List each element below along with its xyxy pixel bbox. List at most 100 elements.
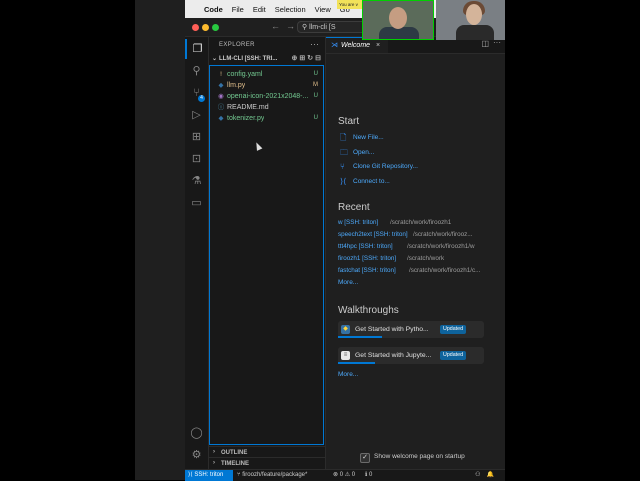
command-center-label: llm-cli [S <box>309 24 336 31</box>
settings-gear-icon[interactable]: ⚙ <box>185 445 208 465</box>
notebook-icon: ≡ <box>341 351 350 360</box>
source-control-icon[interactable]: ⑂ 4 <box>185 83 208 103</box>
chevron-down-icon: ⌄ <box>212 56 218 62</box>
file-item-openai-icon[interactable]: ◉ openai-icon-2021x2048-... U <box>214 91 322 102</box>
search-icon[interactable]: ⚲ <box>185 61 208 81</box>
branch-name: firoozh/feature/package* <box>242 472 308 478</box>
walkthroughs-more-link[interactable]: More... <box>338 371 358 378</box>
git-status-badge: U <box>313 115 318 121</box>
start-heading: Start <box>338 116 360 127</box>
walkthroughs-heading: Walkthroughs <box>338 305 399 316</box>
image-file-icon: ◉ <box>218 93 224 100</box>
open-label: Open... <box>353 149 375 156</box>
chevron-right-icon: › <box>213 449 215 455</box>
menubar-app-name[interactable]: Code <box>204 5 223 14</box>
ports-indicator[interactable]: ℹ 0 <box>365 470 372 481</box>
outline-label: OUTLINE <box>221 449 248 456</box>
file-item-config-yaml[interactable]: ! config.yaml U <box>214 69 322 80</box>
recent-path: /scratch/work/firoozh1/w <box>407 243 475 250</box>
file-name: config.yaml <box>227 71 263 78</box>
left-background <box>0 0 135 480</box>
recent-name[interactable]: fastchat [SSH: triton] <box>338 265 396 276</box>
walkthrough-jupyter[interactable]: ≡ Get Started with Jupyte... Updated <box>338 347 484 364</box>
file-tree[interactable]: ! config.yaml U ◆ llm.py M ◉ openai-icon… <box>209 65 324 445</box>
minimize-window-button[interactable] <box>202 24 209 31</box>
workspace-header[interactable]: ⌄ LLM-CLI [SSH: TRI... ⊕⊞↻⊟ <box>209 54 325 65</box>
chevron-right-icon: › <box>213 460 215 466</box>
menubar-view[interactable]: View <box>315 5 331 14</box>
connect-to-label: Connect to... <box>353 178 390 185</box>
explorer-sidebar: EXPLORER ··· ⌄ LLM-CLI [SSH: TRI... ⊕⊞↻⊟… <box>209 37 326 469</box>
startup-checkbox-label: Show welcome page on startup <box>374 453 465 460</box>
file-name: openai-icon-2021x2048-... <box>227 93 309 100</box>
new-file-icon: 🗋 <box>340 133 347 142</box>
recent-name[interactable]: speech2text [SSH: triton] <box>338 229 408 240</box>
info-file-icon: ⓘ <box>217 104 225 111</box>
python-file-icon: ◆ <box>218 115 224 122</box>
timeline-section[interactable]: › TIMELINE <box>209 457 325 469</box>
close-icon[interactable]: × <box>376 38 380 53</box>
recent-item[interactable]: ttt4hpc [SSH: triton] /scratch/work/firo… <box>338 241 502 252</box>
startup-checkbox[interactable]: ✓ <box>360 453 370 463</box>
editor-area: ⋊ Welcome × ◫ ··· Start 🗋 New File... 🗀 … <box>326 37 505 469</box>
participant-body <box>379 27 419 39</box>
recent-item[interactable]: speech2text [SSH: triton] /scratch/work/… <box>338 229 502 240</box>
participant-face <box>389 7 407 29</box>
recent-path: /scratch/work <box>407 255 445 262</box>
recent-name[interactable]: ttt4hpc [SSH: triton] <box>338 241 393 252</box>
new-file-label: New File... <box>353 134 384 141</box>
remote-indicator[interactable]: ⟩⟨ SSH: triton <box>185 470 233 481</box>
git-status-badge: U <box>313 93 318 99</box>
file-item-readme[interactable]: ⓘ README.md <box>214 102 322 113</box>
git-branch[interactable]: ⑂ firoozh/feature/package* <box>237 470 307 481</box>
explorer-icon[interactable]: ❐ <box>185 39 208 59</box>
file-name: llm.py <box>227 82 246 89</box>
recent-name[interactable]: firoozh1 [SSH: triton] <box>338 253 396 264</box>
participant-face <box>466 4 482 25</box>
explorer-more-button[interactable]: ··· <box>310 39 319 49</box>
menubar-file[interactable]: File <box>232 5 244 14</box>
recent-item[interactable]: w [SSH: triton] /scratch/work/firoozh1 <box>338 217 502 228</box>
walkthrough-progress <box>338 362 375 364</box>
remote-explorer-icon[interactable]: ⊡ <box>185 149 208 169</box>
vscode-window: ←→ ⚲ llm-cli [S ❐ ⚲ ⑂ 4 ▷ ⊞ ⊡ ⚗ ▭ ◯ ⚙ EXP… <box>185 18 505 481</box>
account-icon[interactable]: ◯ <box>185 423 208 443</box>
file-item-tokenizer-py[interactable]: ◆ tokenizer.py U <box>214 113 322 124</box>
recent-item[interactable]: firoozh1 [SSH: triton] /scratch/work <box>338 253 502 264</box>
clone-repo-label: Clone Git Repository... <box>353 163 418 170</box>
workspace-name: LLM-CLI [SSH: TRI... <box>219 55 278 62</box>
video-participant-2[interactable] <box>436 0 505 40</box>
close-window-button[interactable] <box>192 24 199 31</box>
recent-item[interactable]: fastchat [SSH: triton] /scratch/work/fir… <box>338 265 502 276</box>
recent-path: /scratch/work/firooz... <box>413 231 473 238</box>
yaml-file-icon: ! <box>220 71 222 78</box>
video-participant-1[interactable] <box>362 0 434 40</box>
zoom-window-button[interactable] <box>212 24 219 31</box>
recent-path: /scratch/work/firoozh1/c... <box>409 267 481 274</box>
recent-name[interactable]: w [SSH: triton] <box>338 217 378 228</box>
status-right-icons[interactable]: ⚇🔔 <box>475 470 500 481</box>
remote-icon: ⟩⟨ <box>340 177 347 186</box>
menubar-selection[interactable]: Selection <box>275 5 306 14</box>
timeline-label: TIMELINE <box>221 460 249 467</box>
recent-more-link[interactable]: More... <box>338 279 358 286</box>
recent-heading: Recent <box>338 202 370 213</box>
split-editor-icon[interactable]: ◫ <box>481 39 489 48</box>
command-center[interactable]: ⚲ llm-cli [S <box>297 21 367 33</box>
testing-icon[interactable]: ⚗ <box>185 171 208 191</box>
python-file-icon: ◆ <box>218 82 224 89</box>
walkthrough-progress <box>338 336 382 338</box>
chat-icon[interactable]: ▭ <box>185 193 208 213</box>
file-item-llm-py[interactable]: ◆ llm.py M <box>214 80 322 91</box>
problems-indicator[interactable]: ⊗ 0 ⚠ 0 <box>333 470 355 481</box>
git-status-badge: M <box>313 82 318 88</box>
run-debug-icon[interactable]: ▷ <box>185 105 208 125</box>
updated-badge: Updated <box>440 351 467 360</box>
status-bar: ⟩⟨ SSH: triton ⑂ firoozh/feature/package… <box>185 469 505 481</box>
explorer-actions[interactable]: ⊕⊞↻⊟ <box>292 54 323 62</box>
extensions-icon[interactable]: ⊞ <box>185 127 208 147</box>
vscode-icon: ⋊ <box>331 42 338 49</box>
participant-body <box>456 25 494 40</box>
walkthrough-python[interactable]: ◆ Get Started with Pytho... Updated <box>338 321 484 338</box>
menubar-edit[interactable]: Edit <box>253 5 266 14</box>
